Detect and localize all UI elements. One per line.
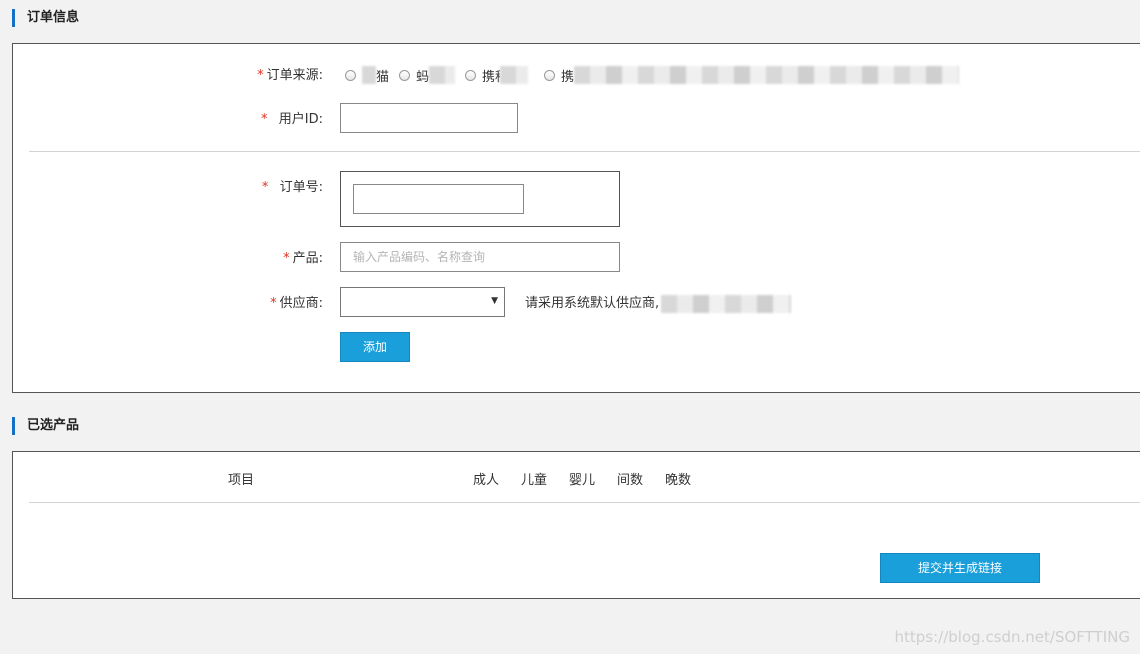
table-header-divider	[29, 502, 1140, 503]
user-id-label: * 用户ID:	[261, 112, 323, 127]
user-id-input[interactable]	[340, 103, 518, 133]
redacted-text	[362, 66, 376, 84]
column-header-nights: 晚数	[665, 473, 692, 488]
column-header-infant: 婴儿	[569, 473, 596, 488]
order-no-input[interactable]	[353, 184, 524, 214]
source-radio-3[interactable]: 携程	[465, 65, 528, 85]
source-radio-1[interactable]: 猫	[345, 65, 389, 85]
supplier-label: * 供应商:	[270, 296, 323, 311]
column-header-rooms: 间数	[617, 473, 644, 488]
column-header-child: 儿童	[521, 473, 548, 488]
order-no-label: * 订单号:	[261, 180, 323, 195]
redacted-text	[661, 295, 792, 313]
radio-circle-icon	[345, 69, 356, 81]
order-info-panel: *订单来源: 猫 蚂 携程 携 * 用户ID: * 订单号: *产品: *供应商	[12, 43, 1140, 393]
submit-generate-link-button[interactable]: 提交并生成链接	[880, 553, 1040, 583]
order-no-group	[340, 171, 620, 227]
redacted-text	[429, 66, 456, 84]
required-mark: *	[257, 68, 264, 83]
order-source-label: * 订单来源:	[257, 68, 323, 83]
radio-circle-icon	[399, 69, 410, 81]
supplier-select[interactable]: ▼	[340, 287, 505, 317]
product-search-input[interactable]	[340, 242, 620, 272]
supplier-hint: 请采用系统默认供应商,	[525, 294, 792, 314]
selected-products-title: 已选产品	[12, 417, 79, 435]
add-button[interactable]: 添加	[340, 332, 410, 362]
watermark: https://blog.csdn.net/SOFTTING	[894, 628, 1130, 646]
section-divider	[29, 151, 1140, 152]
source-radio-4[interactable]: 携	[544, 65, 960, 85]
column-header-adult: 成人	[473, 473, 500, 488]
dropdown-arrow-icon: ▼	[491, 296, 498, 306]
radio-circle-icon	[544, 69, 555, 81]
redacted-text	[574, 66, 960, 84]
product-label: * 产品:	[283, 251, 323, 266]
column-header-item: 项目	[228, 473, 255, 488]
order-info-title: 订单信息	[12, 9, 79, 27]
radio-circle-icon	[465, 69, 476, 81]
source-radio-2[interactable]: 蚂	[399, 65, 456, 85]
redacted-text	[500, 66, 528, 84]
selected-products-panel: 项目 成人 儿童 婴儿 间数 晚数 提交并生成链接	[12, 451, 1140, 599]
